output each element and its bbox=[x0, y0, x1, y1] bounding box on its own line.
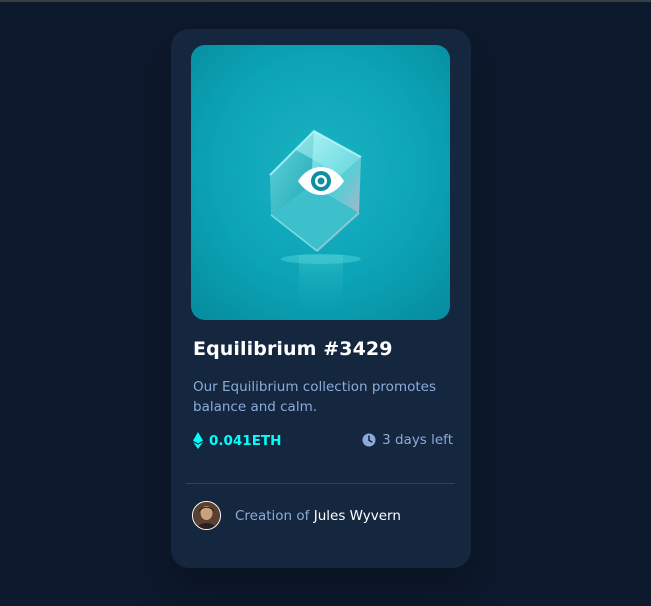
time-left-value: 3 days left bbox=[382, 432, 453, 448]
creator-avatar-image bbox=[193, 502, 220, 529]
creator-info: Creation of Jules Wyvern bbox=[192, 501, 401, 530]
nft-title[interactable]: Equilibrium #3429 bbox=[193, 338, 393, 360]
nft-preview-card: Equilibrium #3429 Our Equilibrium collec… bbox=[171, 29, 471, 568]
clock-icon bbox=[362, 433, 376, 447]
nft-image[interactable] bbox=[191, 45, 450, 320]
divider bbox=[186, 483, 455, 484]
creator-prefix: Creation of bbox=[235, 507, 310, 524]
price-value: 0.041ETH bbox=[209, 432, 282, 449]
ethereum-icon bbox=[193, 432, 203, 449]
price-info: 0.041ETH bbox=[193, 432, 281, 449]
time-info: 3 days left bbox=[362, 432, 453, 448]
window-top-border bbox=[0, 0, 651, 2]
avatar bbox=[192, 501, 221, 530]
creator-name-link[interactable]: Jules Wyvern bbox=[314, 508, 401, 524]
nft-description: Our Equilibrium collection promotes bala… bbox=[193, 379, 436, 415]
eye-icon bbox=[298, 167, 344, 195]
